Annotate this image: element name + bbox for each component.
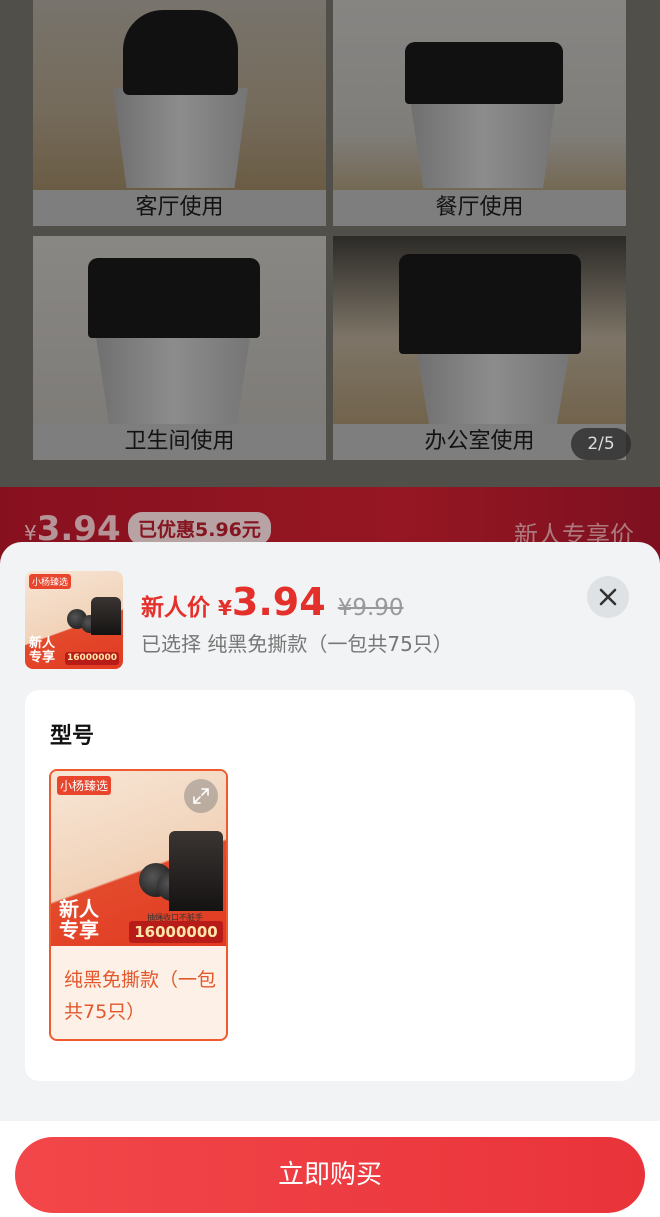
endorser-photo <box>169 831 223 911</box>
sold-count: 16000000 <box>129 921 223 943</box>
product-thumbnail[interactable]: 小杨臻选 新人 专享 16000000 <box>25 571 123 669</box>
badge-line: 专享 <box>29 649 56 665</box>
spec-card: 型号 小杨臻选 抽绳收口不脏手 新人 专享 16000000 纯黑免撕款（一包共7… <box>25 690 635 1081</box>
badge-line: 新人 <box>59 897 99 921</box>
selected-spec-text: 已选择 纯黑免撕款（一包共75只） <box>141 632 453 656</box>
endorser-photo <box>91 597 121 635</box>
option-label: 纯黑免撕款（一包共75只） <box>64 969 217 1023</box>
badge-line: 新人 <box>29 636 56 651</box>
expand-icon <box>193 788 209 804</box>
original-price: ¥9.90 <box>337 595 404 621</box>
expand-image-button[interactable] <box>184 779 218 813</box>
current-price: 3.94 <box>231 580 326 624</box>
brand-logo: 小杨臻选 <box>29 574 72 589</box>
product-image-gallery[interactable]: 客厅使用 餐厅使用 卫生间使用 办公室使用 2/5 <box>0 0 660 490</box>
close-icon <box>599 588 617 606</box>
buy-now-button[interactable]: 立即购买 <box>15 1137 645 1213</box>
new-user-badge: 新人 专享 <box>29 637 55 664</box>
new-user-badge: 新人 专享 <box>59 899 99 941</box>
sold-count: 16000000 <box>65 652 119 665</box>
gallery-page-counter: 2/5 <box>571 428 631 460</box>
badge-line: 专享 <box>59 918 99 942</box>
gallery-dim-overlay <box>0 0 660 490</box>
sku-selection-sheet: 小杨臻选 新人 专享 16000000 新人价 ¥ 3.94 ¥9.90 已选择 … <box>0 542 660 1217</box>
bottom-action-bar: 立即购买 <box>0 1121 660 1217</box>
spec-option[interactable]: 小杨臻选 抽绳收口不脏手 新人 专享 16000000 纯黑免撕款（一包共75只） <box>49 769 228 1041</box>
close-button[interactable] <box>587 576 629 618</box>
package-image: 小杨臻选 新人 专享 16000000 <box>25 571 123 669</box>
price-row: 新人价 ¥ 3.94 ¥9.90 <box>141 580 404 624</box>
brand-logo: 小杨臻选 <box>57 776 112 795</box>
currency-symbol: ¥ <box>218 596 232 620</box>
spec-section-title: 型号 <box>50 724 95 749</box>
price-label: 新人价 <box>141 595 210 621</box>
